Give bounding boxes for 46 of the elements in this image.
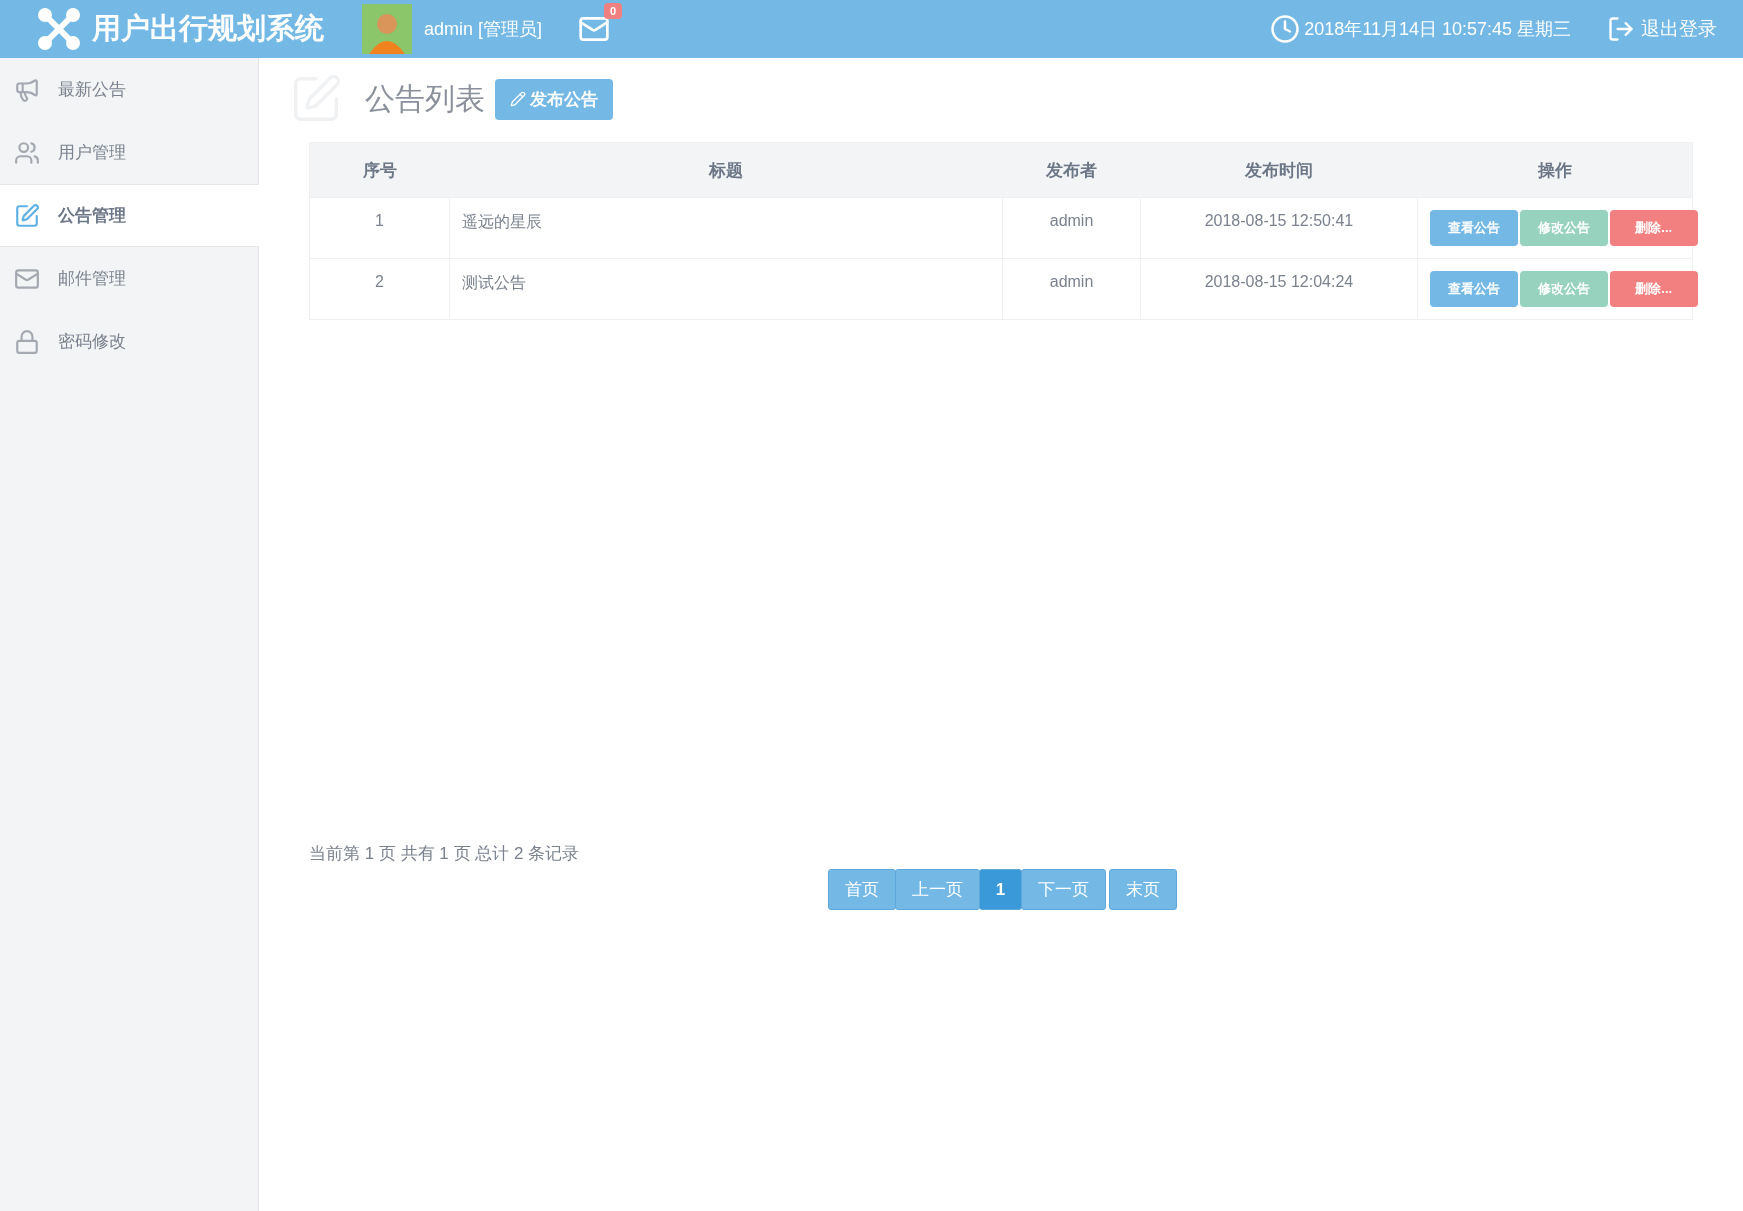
pagination-button[interactable]: 末页 <box>1109 869 1178 910</box>
table-cell: 遥远的星辰 <box>449 197 1003 259</box>
sidebar-item[interactable]: 密码修改 <box>0 310 258 373</box>
date-time: 2018年11月14日 10:57:45 星期三 <box>1304 18 1571 41</box>
table-cell: 2018-08-15 12:04:24 <box>1140 258 1418 320</box>
action-button[interactable]: 删除... <box>1609 210 1698 246</box>
page-title: 公告列表 <box>365 80 485 117</box>
users-icon <box>14 139 40 166</box>
column-header: 标题 <box>449 142 1003 198</box>
publish-button[interactable]: 发布公告 <box>495 78 613 120</box>
action-button[interactable]: 删除... <box>1609 271 1698 307</box>
column-header: 序号 <box>309 142 450 198</box>
page-summary: 当前第 1 页 共有 1 页 总计 2 条记录 <box>309 843 581 865</box>
sidebar-item[interactable]: 公告管理 <box>0 184 259 247</box>
action-button[interactable]: 修改公告 <box>1519 210 1608 246</box>
column-header: 发布时间 <box>1140 142 1418 198</box>
pagination-button[interactable]: 首页 <box>827 869 896 910</box>
user-name: admin [管理员] <box>424 18 543 41</box>
clock-icon <box>1270 14 1301 44</box>
pagination-button[interactable]: 1 <box>978 869 1023 910</box>
action-button[interactable]: 查看公告 <box>1429 210 1518 246</box>
avatar <box>362 4 412 54</box>
sidebar-item[interactable]: 最新公告 <box>0 58 258 121</box>
pencil-icon <box>510 91 526 107</box>
app-title: 用户出行规划系统 <box>92 11 324 46</box>
mail-count-badge: 0 <box>603 3 623 19</box>
column-header: 操作 <box>1417 142 1693 198</box>
table-cell: admin <box>1002 197 1141 259</box>
logout-link[interactable]: 退出登录 <box>1607 15 1717 43</box>
lock-icon <box>14 328 40 355</box>
table-cell: 2018-08-15 12:50:41 <box>1140 197 1418 259</box>
megaphone-icon <box>14 76 40 103</box>
table-cell: 1 <box>309 197 450 259</box>
sidebar-item[interactable]: 用户管理 <box>0 121 258 184</box>
column-header: 发布者 <box>1002 142 1141 198</box>
action-button[interactable]: 查看公告 <box>1429 271 1518 307</box>
pagination-button[interactable]: 上一页 <box>894 869 980 910</box>
logo-icon <box>38 8 80 50</box>
action-button[interactable]: 修改公告 <box>1519 271 1608 307</box>
pagination-button[interactable]: 下一页 <box>1021 869 1107 910</box>
table-cell: admin <box>1002 258 1141 320</box>
table-cell: 2 <box>309 258 450 320</box>
sidebar-item[interactable]: 邮件管理 <box>0 247 258 310</box>
edit-icon <box>14 202 40 229</box>
table-cell: 测试公告 <box>449 258 1003 320</box>
logout-icon <box>1607 15 1635 43</box>
